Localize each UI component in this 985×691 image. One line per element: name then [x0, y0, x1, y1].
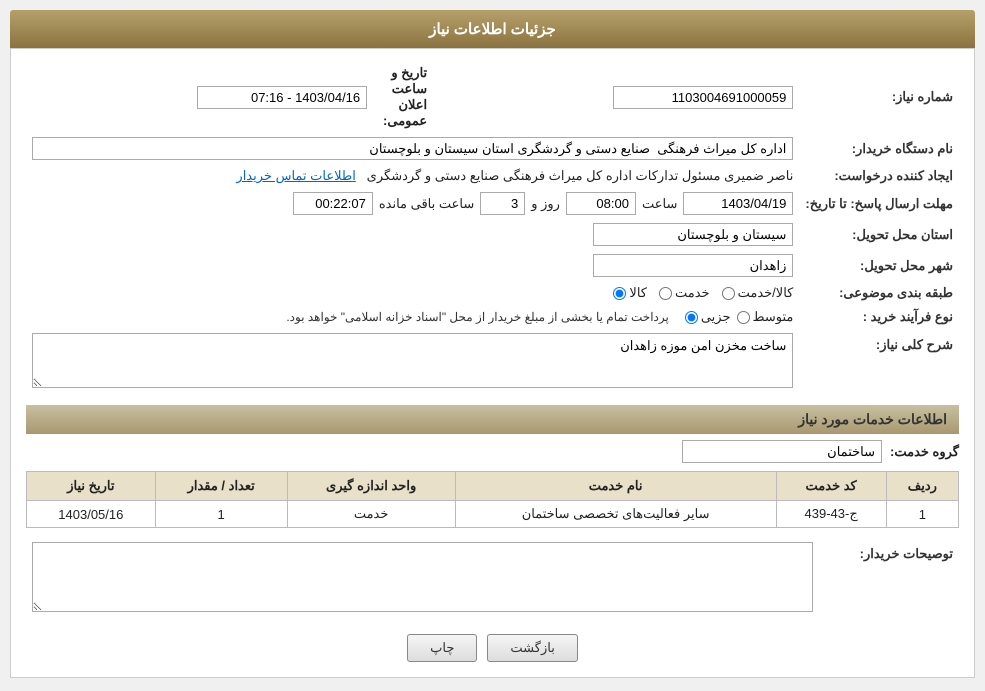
row-purchase-type: نوع فرآیند خرید : متوسط جزیی پرداخت تمام… — [26, 305, 959, 329]
buyer-description-label: توصیحات خریدار: — [819, 538, 959, 619]
creator-contact-link[interactable]: اطلاعات تماس خریدار — [236, 168, 355, 183]
col-header-row-num: ردیف — [886, 472, 958, 501]
purchase-type-note: پرداخت تمام یا بخشی از مبلغ خریدار از مح… — [286, 310, 669, 324]
button-bar: بازگشت چاپ — [26, 634, 959, 662]
category-kala-khadamat-radio[interactable] — [722, 287, 735, 300]
purchase-type-jozvi-label: جزیی — [701, 309, 731, 325]
need-number-input[interactable] — [613, 86, 793, 109]
category-kala-khadamat-option[interactable]: کالا/خدمت — [722, 285, 794, 301]
col-header-service-code: کد خدمت — [776, 472, 886, 501]
col-header-quantity: تعداد / مقدار — [155, 472, 287, 501]
need-number-label: شماره نیاز: — [799, 61, 959, 133]
row-creator: ایجاد کننده درخواست: ناصر ضمیری مسئول تد… — [26, 164, 959, 188]
service-group-row: گروه خدمت: — [26, 440, 959, 463]
category-kala-radio[interactable] — [613, 287, 626, 300]
row-need-description: شرح کلی نیاز: ساخت مخزن امن موزه زاهدان — [26, 329, 959, 395]
purchase-type-motavasset-label: متوسط — [753, 309, 794, 325]
category-khadamat-radio[interactable] — [659, 287, 672, 300]
delivery-city-input[interactable] — [593, 254, 793, 277]
response-remaining-input[interactable] — [293, 192, 373, 215]
col-header-unit: واحد اندازه گیری — [287, 472, 455, 501]
services-table-body: 1 ج-43-439 سایر فعالیت‌های تخصصی ساختمان… — [27, 501, 959, 528]
response-deadline-label: مهلت ارسال پاسخ: تا تاریخ: — [799, 188, 959, 219]
response-date-input[interactable] — [683, 192, 793, 215]
purchase-type-jozvi-option[interactable]: جزیی — [685, 309, 731, 325]
response-days-input[interactable] — [480, 192, 525, 215]
cell-need-date: 1403/05/16 — [27, 501, 156, 528]
category-label: طبقه بندی موضوعی: — [799, 281, 959, 305]
services-section-label: اطلاعات خدمات مورد نیاز — [798, 411, 947, 427]
services-table: ردیف کد خدمت نام خدمت واحد اندازه گیری ت… — [26, 471, 959, 528]
row-delivery-city: شهر محل تحویل: — [26, 250, 959, 281]
category-khadamat-label: خدمت — [675, 285, 710, 301]
col-header-service-name: نام خدمت — [455, 472, 776, 501]
cell-service-code: ج-43-439 — [776, 501, 886, 528]
main-panel: شماره نیاز: تاریخ و ساعت اعلان عمومی: نا… — [10, 48, 975, 678]
announcement-datetime-input[interactable] — [197, 86, 367, 109]
purchase-type-motavasset-radio[interactable] — [737, 311, 750, 324]
buyer-desc-table: توصیحات خریدار: — [26, 538, 959, 619]
buyer-description-textarea[interactable] — [32, 542, 813, 612]
services-table-header-row: ردیف کد خدمت نام خدمت واحد اندازه گیری ت… — [27, 472, 959, 501]
back-button[interactable]: بازگشت — [487, 634, 577, 662]
services-table-head: ردیف کد خدمت نام خدمت واحد اندازه گیری ت… — [27, 472, 959, 501]
page-wrapper: جزئیات اطلاعات نیاز شماره نیاز: تاریخ و … — [0, 0, 985, 691]
cell-quantity: 1 — [155, 501, 287, 528]
creator-name: ناصر ضمیری مسئول تدارکات اداره کل میراث … — [367, 168, 794, 183]
creator-label: ایجاد کننده درخواست: — [799, 164, 959, 188]
response-time-input[interactable] — [566, 192, 636, 215]
delivery-province-label: استان محل تحویل: — [799, 219, 959, 250]
category-radio-group: کالا/خدمت خدمت کالا — [32, 285, 793, 301]
row-buyer-description: توصیحات خریدار: — [26, 538, 959, 619]
table-row: 1 ج-43-439 سایر فعالیت‌های تخصصی ساختمان… — [27, 501, 959, 528]
cell-unit: خدمت — [287, 501, 455, 528]
category-kala-option[interactable]: کالا — [613, 285, 647, 301]
category-kala-khadamat-label: کالا/خدمت — [738, 285, 794, 301]
cell-row-num: 1 — [886, 501, 958, 528]
row-response-deadline: مهلت ارسال پاسخ: تا تاریخ: ساعت روز و سا… — [26, 188, 959, 219]
response-time-label: ساعت — [642, 196, 677, 212]
service-group-input[interactable] — [682, 440, 882, 463]
category-kala-label: کالا — [629, 285, 647, 301]
page-title: جزئیات اطلاعات نیاز — [429, 21, 556, 38]
category-khadamat-option[interactable]: خدمت — [659, 285, 710, 301]
response-remaining-label: ساعت باقی مانده — [379, 196, 474, 212]
delivery-province-input[interactable] — [593, 223, 793, 246]
announcement-datetime-label: تاریخ و ساعت اعلان عمومی: — [383, 65, 427, 128]
service-group-label: گروه خدمت: — [890, 444, 959, 460]
response-days-label: روز و — [531, 196, 560, 212]
col-header-need-date: تاریخ نیاز — [27, 472, 156, 501]
row-buyer-org: نام دستگاه خریدار: — [26, 133, 959, 164]
delivery-city-label: شهر محل تحویل: — [799, 250, 959, 281]
cell-service-name: سایر فعالیت‌های تخصصی ساختمان — [455, 501, 776, 528]
print-button[interactable]: چاپ — [407, 634, 477, 662]
purchase-type-label: نوع فرآیند خرید : — [799, 305, 959, 329]
row-delivery-province: استان محل تحویل: — [26, 219, 959, 250]
info-table: شماره نیاز: تاریخ و ساعت اعلان عمومی: نا… — [26, 61, 959, 395]
row-need-number: شماره نیاز: تاریخ و ساعت اعلان عمومی: — [26, 61, 959, 133]
buyer-org-input[interactable] — [32, 137, 793, 160]
page-header: جزئیات اطلاعات نیاز — [10, 10, 975, 48]
services-section-header: اطلاعات خدمات مورد نیاز — [26, 405, 959, 434]
purchase-type-jozvi-radio[interactable] — [685, 311, 698, 324]
row-category: طبقه بندی موضوعی: کالا/خدمت خدمت کالا — [26, 281, 959, 305]
buyer-org-label: نام دستگاه خریدار: — [799, 133, 959, 164]
purchase-type-motavasset-option[interactable]: متوسط — [737, 309, 794, 325]
need-description-textarea[interactable]: ساخت مخزن امن موزه زاهدان — [32, 333, 793, 388]
need-description-label: شرح کلی نیاز: — [799, 329, 959, 395]
